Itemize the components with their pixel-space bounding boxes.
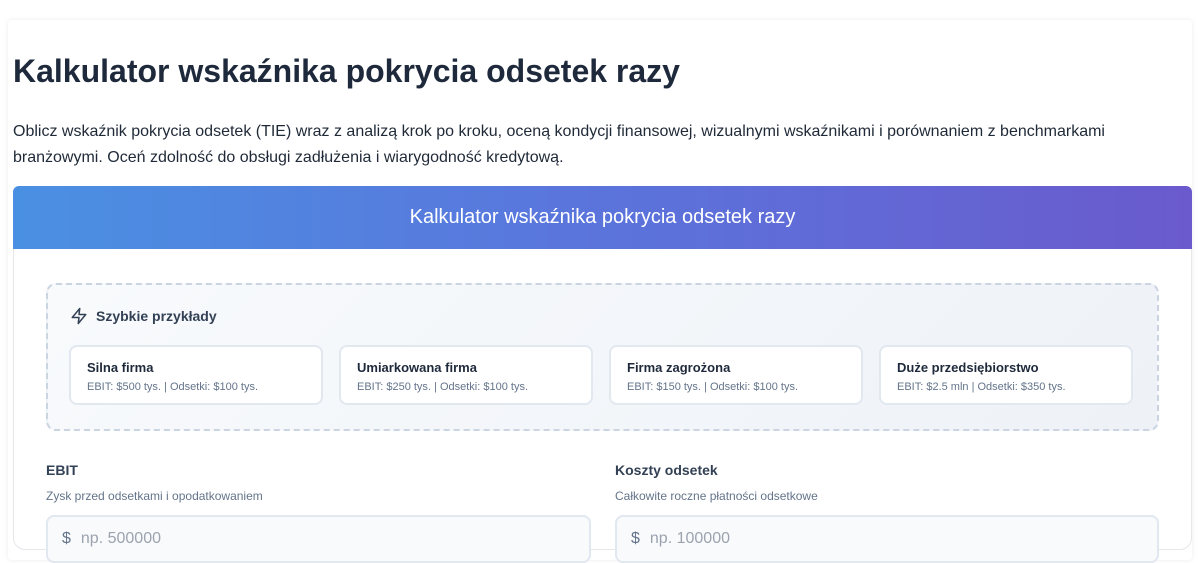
lightning-icon	[70, 307, 88, 325]
quick-examples-heading: Szybkie przykłady	[70, 307, 217, 325]
calculator-header-title: Kalkulator wskaźnika pokrycia odsetek ra…	[409, 206, 796, 228]
quick-examples-panel: Szybkie przykłady Silna firma EBIT: $500…	[46, 283, 1159, 431]
example-at-risk-company[interactable]: Firma zagrożona EBIT: $150 tys. | Odsetk…	[609, 345, 863, 405]
interest-label: Koszty odsetek	[615, 462, 718, 478]
ebit-help-text: Zysk przed odsetkami i opodatkowaniem	[46, 489, 263, 503]
example-name: Firma zagrożona	[627, 360, 731, 375]
ebit-label: EBIT	[46, 462, 78, 478]
example-name: Umiarkowana firma	[357, 360, 477, 375]
example-strong-company[interactable]: Silna firma EBIT: $500 tys. | Odsetki: $…	[69, 345, 323, 405]
example-name: Silna firma	[87, 360, 154, 375]
example-name: Duże przedsiębiorstwo	[897, 360, 1039, 375]
currency-symbol: $	[62, 530, 71, 547]
example-description: EBIT: $500 tys. | Odsetki: $100 tys.	[87, 381, 258, 393]
example-description: EBIT: $2.5 mln | Odsetki: $350 tys.	[897, 381, 1066, 393]
page-intro: Oblicz wskaźnik pokrycia odsetek (TIE) w…	[13, 123, 1105, 166]
example-large-enterprise[interactable]: Duże przedsiębiorstwo EBIT: $2.5 mln | O…	[879, 345, 1133, 405]
interest-help-text: Całkowite roczne płatności odsetkowe	[615, 489, 818, 503]
currency-symbol: $	[631, 530, 640, 547]
ebit-input-wrapper: $	[46, 515, 591, 563]
ebit-input[interactable]	[78, 529, 543, 549]
example-description: EBIT: $250 tys. | Odsetki: $100 tys.	[357, 381, 528, 393]
interest-input[interactable]	[647, 529, 1112, 549]
page-title: Kalkulator wskaźnika pokrycia odsetek ra…	[13, 53, 680, 89]
quick-examples-title: Szybkie przykłady	[96, 308, 217, 324]
example-description: EBIT: $150 tys. | Odsetki: $100 tys.	[627, 381, 798, 393]
example-moderate-company[interactable]: Umiarkowana firma EBIT: $250 tys. | Odse…	[339, 345, 593, 405]
interest-input-wrapper: $	[615, 515, 1159, 563]
calculator-header: Kalkulator wskaźnika pokrycia odsetek ra…	[13, 186, 1192, 249]
